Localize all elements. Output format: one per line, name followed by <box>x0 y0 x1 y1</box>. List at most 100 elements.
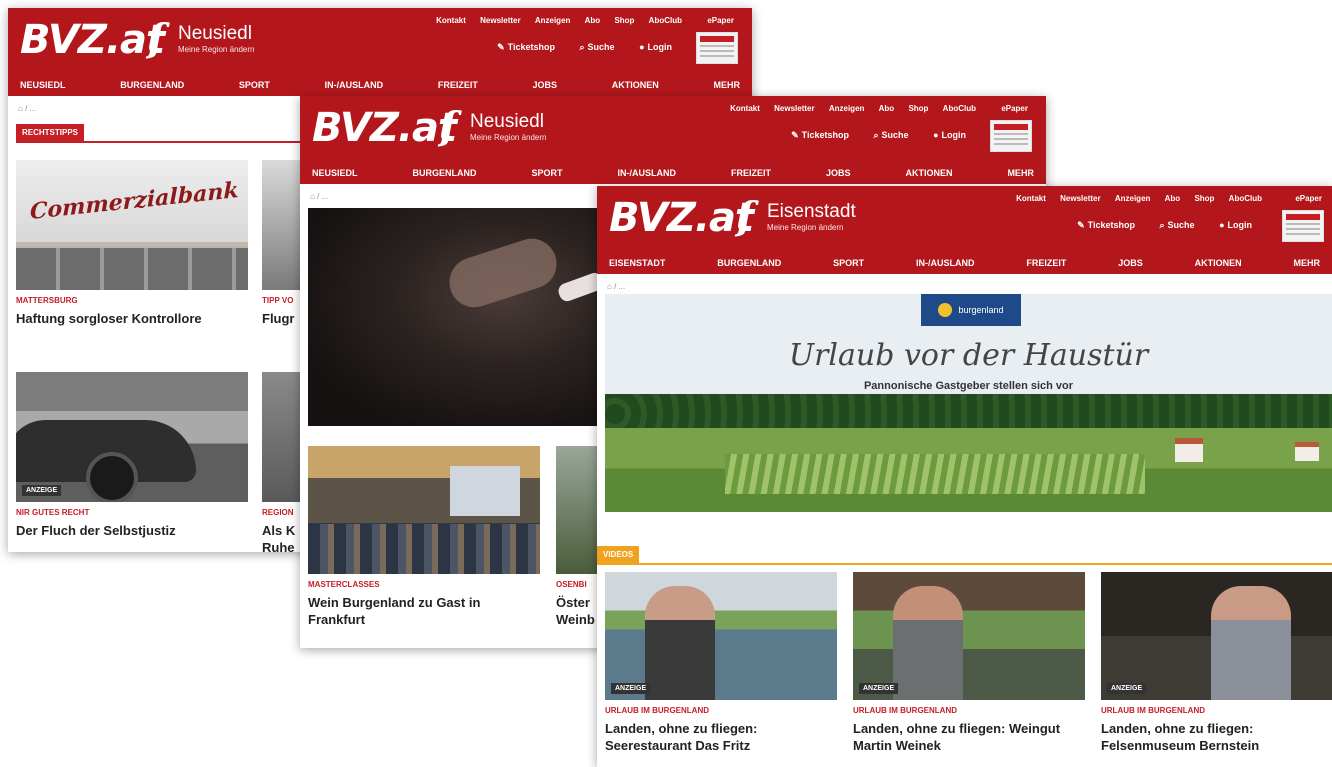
ticketshop-link[interactable]: Ticketshop <box>1088 220 1135 230</box>
top-link-epaper[interactable]: ePaper <box>1295 194 1322 203</box>
video-thumbnail: ANZEIGE <box>853 572 1085 700</box>
nav-burgenland[interactable]: BURGENLAND <box>717 258 781 268</box>
nav-in-ausland[interactable]: IN-/AUSLAND <box>916 258 975 268</box>
hero-script-title: Urlaub vor der Haustür <box>788 338 1149 373</box>
nav-freizeit[interactable]: FREIZEIT <box>731 168 771 178</box>
nav-in-ausland[interactable]: IN-/AUSLAND <box>617 168 676 178</box>
nav-mehr[interactable]: MEHR <box>1007 168 1034 178</box>
region-name[interactable]: Eisenstadt <box>767 202 856 222</box>
epaper-thumbnail[interactable] <box>1282 210 1324 242</box>
region-flag-icon: f <box>440 103 457 148</box>
bank-windows <box>16 248 248 290</box>
nav-burgenland[interactable]: BURGENLAND <box>120 80 184 90</box>
nav-burgenland[interactable]: BURGENLAND <box>413 168 477 178</box>
login-link[interactable]: Login <box>1228 220 1253 230</box>
article-title[interactable]: Wein Burgenland zu Gast in Frankfurt <box>308 594 540 628</box>
nav-mehr[interactable]: MEHR <box>1294 258 1321 268</box>
region-change-link[interactable]: Meine Region ändern <box>470 133 547 142</box>
top-link-kontakt[interactable]: Kontakt <box>436 16 466 25</box>
nav-mehr[interactable]: MEHR <box>713 80 740 90</box>
person-figure <box>645 586 715 700</box>
home-icon[interactable]: ⌂ <box>18 104 23 113</box>
top-link-kontakt[interactable]: Kontakt <box>1016 194 1046 203</box>
ticket-icon: ✎ <box>497 42 505 52</box>
article-card[interactable]: Commerzialbank MATTERSBURG Haftung sorgl… <box>16 160 248 327</box>
nav-region[interactable]: EISENSTADT <box>609 258 665 268</box>
top-link-newsletter[interactable]: Newsletter <box>774 104 814 113</box>
top-link-epaper[interactable]: ePaper <box>707 16 734 25</box>
article-card[interactable]: MASTERCLASSES Wein Burgenland zu Gast in… <box>308 446 540 628</box>
top-link-kontakt[interactable]: Kontakt <box>730 104 760 113</box>
nav-aktionen[interactable]: AKTIONEN <box>612 80 659 90</box>
nav-freizeit[interactable]: FREIZEIT <box>1026 258 1066 268</box>
video-title[interactable]: Landen, ohne zu fliegen: Seerestaurant D… <box>605 720 837 754</box>
top-link-epaper[interactable]: ePaper <box>1001 104 1028 113</box>
search-link[interactable]: Suche <box>1168 220 1195 230</box>
login-link[interactable]: Login <box>648 42 673 52</box>
top-link-aboclub[interactable]: AboClub <box>943 104 976 113</box>
nav-jobs[interactable]: JOBS <box>826 168 851 178</box>
epaper-thumbnail[interactable] <box>990 120 1032 152</box>
nav-sport[interactable]: SPORT <box>531 168 562 178</box>
video-card[interactable]: ANZEIGE URLAUB IM BURGENLAND Landen, ohn… <box>1101 572 1332 754</box>
top-link-abo[interactable]: Abo <box>1165 194 1181 203</box>
top-links: Kontakt Newsletter Anzeigen Abo Shop Abo… <box>424 16 682 25</box>
video-title[interactable]: Landen, ohne zu fliegen: Felsenmuseum Be… <box>1101 720 1332 754</box>
video-title[interactable]: Landen, ohne zu fliegen: Weingut Martin … <box>853 720 1085 754</box>
article-title[interactable]: Der Fluch der Selbstjustiz <box>16 522 248 539</box>
region-name[interactable]: Neusiedl <box>470 112 544 132</box>
article-card[interactable]: ANZEIGE NIR GUTES RECHT Der Fluch der Se… <box>16 372 248 539</box>
top-link-shop[interactable]: Shop <box>908 104 928 113</box>
bvz-logo[interactable]: BVZ.at <box>20 20 165 60</box>
epaper-thumbnail[interactable] <box>696 32 738 64</box>
top-link-shop[interactable]: Shop <box>614 16 634 25</box>
user-icon: ● <box>1219 220 1225 230</box>
top-link-aboclub[interactable]: AboClub <box>649 16 682 25</box>
top-link-anzeigen[interactable]: Anzeigen <box>535 16 571 25</box>
ticketshop-link[interactable]: Ticketshop <box>508 42 555 52</box>
article-title[interactable]: Haftung sorgloser Kontrollore <box>16 310 248 327</box>
top-link-aboclub[interactable]: AboClub <box>1229 194 1262 203</box>
top-links: Kontakt Newsletter Anzeigen Abo Shop Abo… <box>718 104 976 113</box>
hero-image[interactable] <box>308 208 608 426</box>
site-header: BVZ.at f Neusiedl Meine Region ändern Ko… <box>300 96 1046 184</box>
site-header: BVZ.at f Eisenstadt Meine Region ändern … <box>597 186 1332 274</box>
burgenland-logo-badge: burgenland <box>921 294 1021 326</box>
ticketshop-link[interactable]: Ticketshop <box>802 130 849 140</box>
region-name[interactable]: Neusiedl <box>178 24 252 44</box>
nav-aktionen[interactable]: AKTIONEN <box>1195 258 1242 268</box>
video-card[interactable]: ANZEIGE URLAUB IM BURGENLAND Landen, ohn… <box>605 572 837 754</box>
nav-region[interactable]: NEUSIEDL <box>20 80 66 90</box>
home-icon[interactable]: ⌂ <box>607 282 612 291</box>
region-change-link[interactable]: Meine Region ändern <box>767 223 844 232</box>
nav-aktionen[interactable]: AKTIONEN <box>905 168 952 178</box>
nav-freizeit[interactable]: FREIZEIT <box>438 80 478 90</box>
section-tag[interactable]: RECHTSTIPPS <box>16 124 85 141</box>
top-link-newsletter[interactable]: Newsletter <box>480 16 520 25</box>
nav-jobs[interactable]: JOBS <box>533 80 558 90</box>
top-link-abo[interactable]: Abo <box>585 16 601 25</box>
nav-jobs[interactable]: JOBS <box>1118 258 1143 268</box>
hero-banner[interactable]: burgenland Urlaub vor der Haustür Pannon… <box>605 294 1332 512</box>
nav-region[interactable]: NEUSIEDL <box>312 168 358 178</box>
section-tag[interactable]: VIDEOS <box>597 546 640 563</box>
nav-sport[interactable]: SPORT <box>239 80 270 90</box>
region-change-link[interactable]: Meine Region ändern <box>178 45 255 54</box>
login-link[interactable]: Login <box>942 130 967 140</box>
bvz-logo[interactable]: BVZ.at <box>609 198 754 238</box>
section-header: VIDEOS <box>597 544 1332 565</box>
video-card[interactable]: ANZEIGE URLAUB IM BURGENLAND Landen, ohn… <box>853 572 1085 754</box>
tree-line <box>605 394 1332 428</box>
top-link-shop[interactable]: Shop <box>1194 194 1214 203</box>
top-link-newsletter[interactable]: Newsletter <box>1060 194 1100 203</box>
top-link-abo[interactable]: Abo <box>879 104 895 113</box>
nav-sport[interactable]: SPORT <box>833 258 864 268</box>
top-link-anzeigen[interactable]: Anzeigen <box>1115 194 1151 203</box>
header-actions: ✎ Ticketshop ⌕ Suche ● Login <box>769 130 966 141</box>
nav-in-ausland[interactable]: IN-/AUSLAND <box>325 80 384 90</box>
search-link[interactable]: Suche <box>882 130 909 140</box>
top-link-anzeigen[interactable]: Anzeigen <box>829 104 865 113</box>
search-link[interactable]: Suche <box>588 42 615 52</box>
bvz-logo[interactable]: BVZ.at <box>312 108 457 148</box>
home-icon[interactable]: ⌂ <box>310 192 315 201</box>
